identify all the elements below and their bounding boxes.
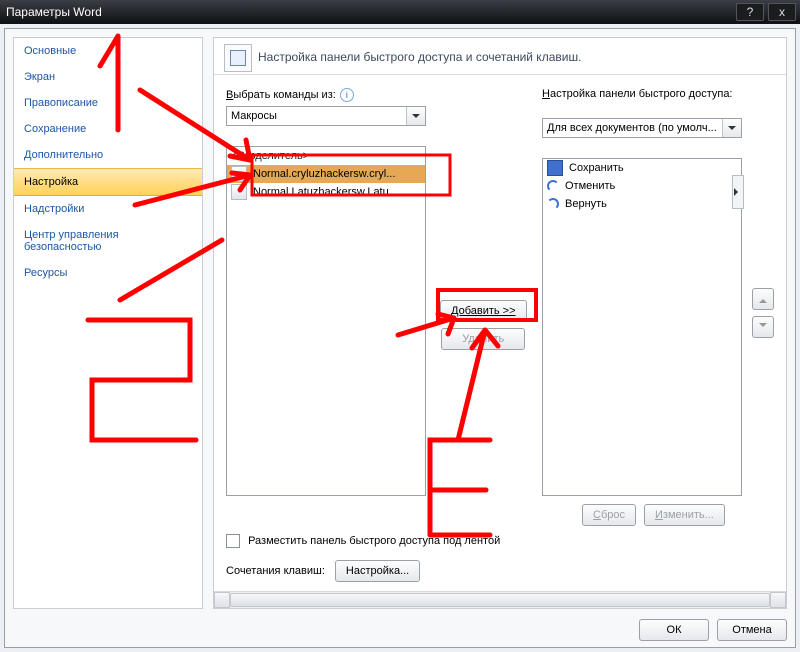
- shortcuts-label: Сочетания клавиш:: [226, 565, 325, 577]
- undo-icon: [547, 180, 559, 192]
- qat-listbox[interactable]: Сохранить Отменить Вернуть: [542, 158, 742, 496]
- macro-icon: [231, 184, 247, 200]
- nav-item-8[interactable]: Ресурсы: [14, 260, 202, 286]
- info-icon[interactable]: i: [340, 88, 354, 102]
- qat-label: Вернуть: [565, 198, 607, 210]
- separator-row[interactable]: <Разделитель>: [227, 147, 425, 165]
- redo-icon: [547, 198, 559, 210]
- qat-row[interactable]: Сохранить: [543, 159, 741, 177]
- titlebar: Параметры Word ? x: [0, 0, 800, 24]
- qat-row[interactable]: Отменить: [543, 177, 741, 195]
- cancel-button[interactable]: Отмена: [717, 619, 787, 641]
- macro-icon: [231, 166, 247, 182]
- scroll-right-button[interactable]: [770, 592, 786, 608]
- choose-commands-dropdown[interactable]: Макросы: [226, 106, 426, 126]
- qat-label: Сохранить: [569, 162, 624, 174]
- move-down-button[interactable]: [752, 316, 774, 338]
- window-title: Параметры Word: [6, 5, 102, 19]
- word-options-window: Параметры Word ? x ОсновныеЭкранПравопис…: [0, 0, 800, 652]
- nav-item-7[interactable]: Центр управления безопасностью: [14, 222, 202, 260]
- show-below-ribbon-checkbox[interactable]: [226, 534, 240, 548]
- nav-item-0[interactable]: Основные: [14, 38, 202, 64]
- commands-listbox[interactable]: <Разделитель> Normal.cryluzhackersw.cryl.…: [226, 146, 426, 496]
- nav-item-3[interactable]: Сохранение: [14, 116, 202, 142]
- add-button[interactable]: Добавить >>: [440, 300, 527, 322]
- dialog-surface: ОсновныеЭкранПравописаниеСохранениеДопол…: [4, 28, 796, 648]
- dropdown-value: Для всех документов (по умолч...: [547, 122, 717, 134]
- scroll-left-button[interactable]: [214, 592, 230, 608]
- save-icon: [547, 160, 563, 176]
- dropdown-value: Макросы: [231, 110, 277, 122]
- customize-panel: Настройка панели быстрого доступа и соче…: [213, 37, 787, 609]
- qat-label: Отменить: [565, 180, 615, 192]
- macro-row[interactable]: Normal.Latuzhackersw.Latu...: [227, 183, 425, 201]
- options-nav: ОсновныеЭкранПравописаниеСохранениеДопол…: [13, 37, 203, 609]
- chevron-down-icon: [406, 107, 425, 125]
- reset-button[interactable]: Сброс: [582, 504, 636, 526]
- macro-label: Normal.Latuzhackersw.Latu...: [253, 186, 398, 198]
- choose-commands-label: Выбрать команды из:: [226, 89, 336, 101]
- nav-item-4[interactable]: Дополнительно: [14, 142, 202, 168]
- qat-row[interactable]: Вернуть: [543, 195, 741, 213]
- close-button[interactable]: x: [768, 3, 796, 21]
- macro-row[interactable]: Normal.cryluzhackersw.cryl...: [227, 165, 425, 183]
- remove-button[interactable]: Удалить: [441, 328, 525, 350]
- nav-item-1[interactable]: Экран: [14, 64, 202, 90]
- shortcuts-customize-button[interactable]: Настройка...: [335, 560, 420, 582]
- nav-item-5[interactable]: Настройка: [14, 168, 202, 196]
- header-icon: [224, 44, 252, 72]
- macro-label: Normal.cryluzhackersw.cryl...: [253, 168, 395, 180]
- nav-item-2[interactable]: Правописание: [14, 90, 202, 116]
- modify-button[interactable]: Изменить...: [644, 504, 725, 526]
- panel-subtitle: Настройка панели быстрого доступа и соче…: [258, 50, 581, 64]
- chevron-down-icon: [722, 119, 741, 137]
- horizontal-scrollbar[interactable]: [214, 591, 786, 608]
- move-up-button[interactable]: [752, 288, 774, 310]
- scroll-thumb[interactable]: [230, 593, 770, 607]
- customize-qat-label: Настройка панели быстрого доступа:: [542, 88, 733, 100]
- qat-scope-dropdown[interactable]: Для всех документов (по умолч...: [542, 118, 742, 138]
- qat-expand-button[interactable]: [732, 175, 744, 209]
- panel-header: Настройка панели быстрого доступа и соче…: [214, 38, 786, 75]
- help-button[interactable]: ?: [736, 3, 764, 21]
- ok-button[interactable]: ОК: [639, 619, 709, 641]
- nav-item-6[interactable]: Надстройки: [14, 196, 202, 222]
- show-below-ribbon-label: Разместить панель быстрого доступа под л…: [248, 535, 500, 547]
